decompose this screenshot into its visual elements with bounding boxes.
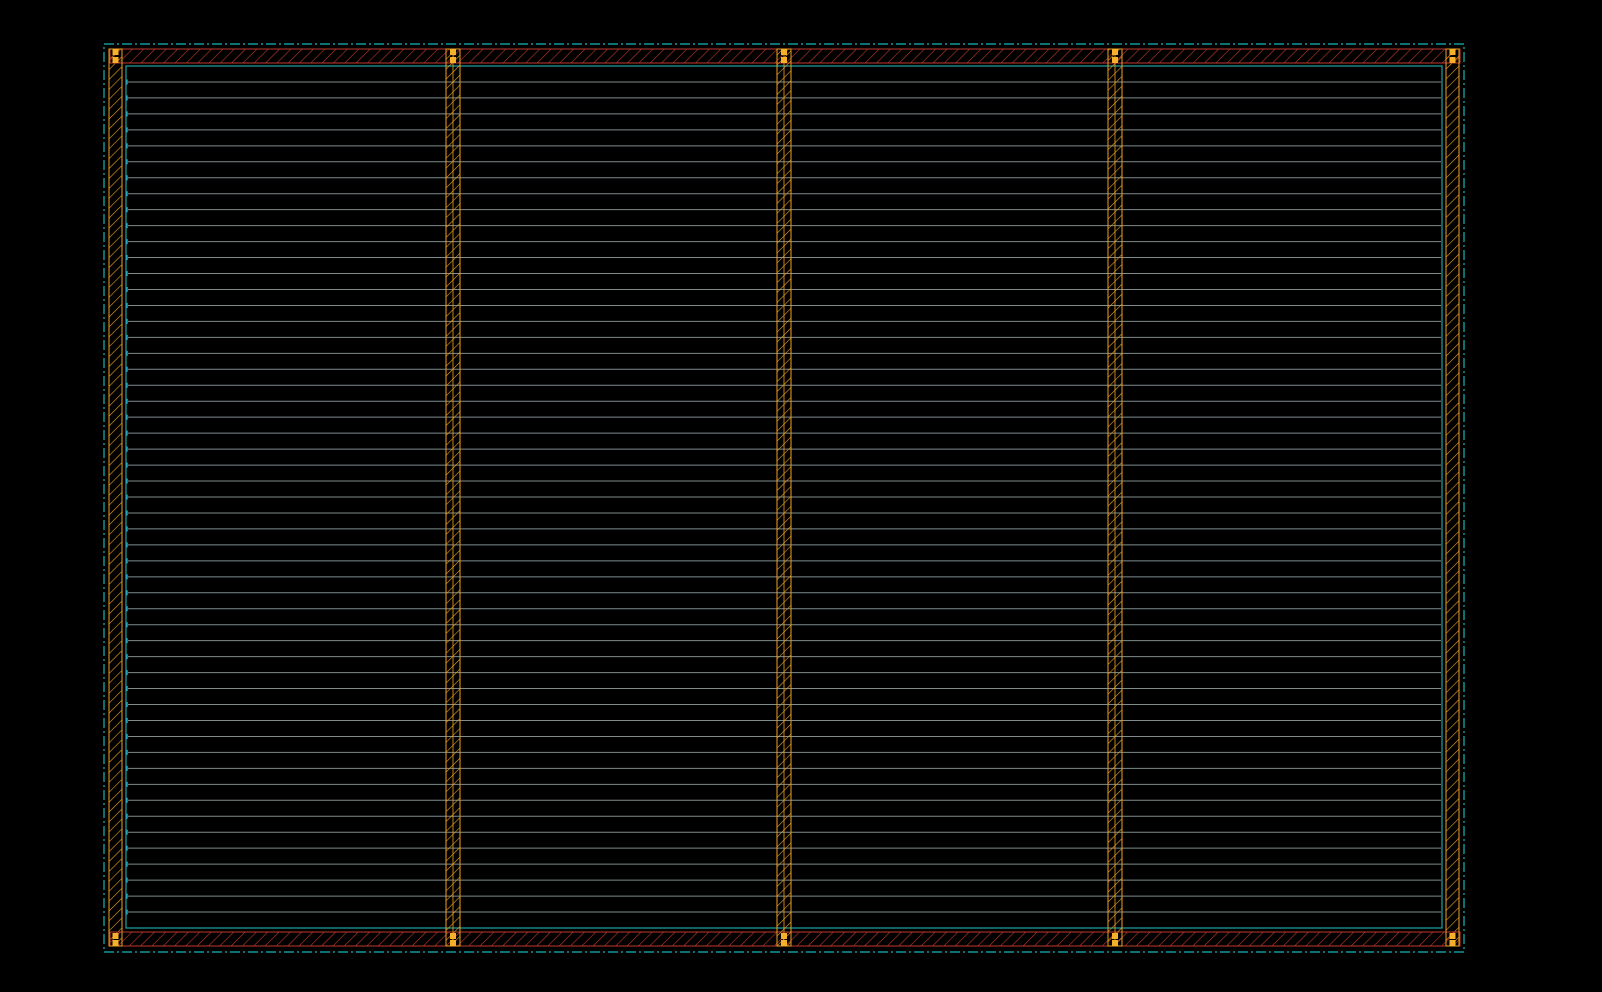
via[interactable] bbox=[1112, 933, 1118, 939]
canvas-background bbox=[0, 0, 1602, 992]
via[interactable] bbox=[1449, 49, 1456, 55]
via[interactable] bbox=[781, 49, 787, 55]
via[interactable] bbox=[112, 57, 119, 63]
via[interactable] bbox=[112, 49, 119, 55]
via[interactable] bbox=[450, 49, 456, 55]
via[interactable] bbox=[450, 933, 456, 939]
via[interactable] bbox=[450, 57, 456, 63]
via[interactable] bbox=[112, 933, 119, 939]
via[interactable] bbox=[1449, 57, 1456, 63]
power-ring-right[interactable] bbox=[1446, 49, 1459, 946]
via[interactable] bbox=[1449, 940, 1456, 946]
via[interactable] bbox=[1112, 57, 1118, 63]
via[interactable] bbox=[450, 940, 456, 946]
via[interactable] bbox=[781, 57, 787, 63]
via[interactable] bbox=[1112, 49, 1118, 55]
power-ring-left[interactable] bbox=[109, 49, 122, 946]
via[interactable] bbox=[781, 933, 787, 939]
via[interactable] bbox=[1112, 940, 1118, 946]
via[interactable] bbox=[781, 940, 787, 946]
via[interactable] bbox=[112, 940, 119, 946]
floorplan-layout-canvas[interactable] bbox=[0, 0, 1602, 992]
via[interactable] bbox=[1449, 933, 1456, 939]
